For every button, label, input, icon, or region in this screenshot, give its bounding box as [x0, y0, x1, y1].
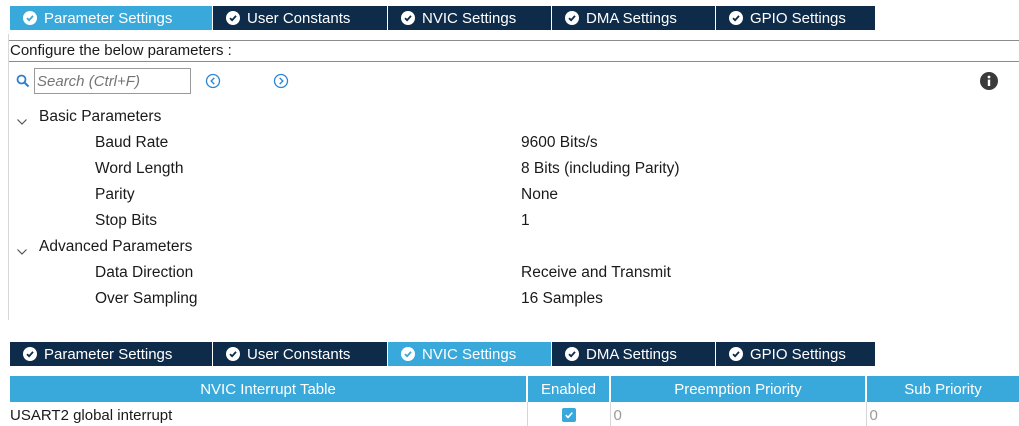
param-name: Stop Bits: [95, 212, 158, 229]
info-icon[interactable]: [980, 72, 998, 94]
search-input[interactable]: [34, 68, 191, 94]
tab-user-constants[interactable]: User Constants: [212, 342, 387, 366]
tab-nvic-settings[interactable]: NVIC Settings: [387, 342, 551, 366]
group-basic-parameters[interactable]: Basic Parameters: [9, 104, 1019, 130]
group-label: Basic Parameters: [39, 108, 162, 125]
bottom-tab-bar: Parameter Settings User Constants NVIC S…: [10, 342, 875, 366]
check-circle-icon: [226, 11, 240, 25]
table-row[interactable]: USART2 global interrupt 0 0: [10, 402, 1019, 426]
param-name: Word Length: [95, 160, 184, 177]
param-row-stop-bits[interactable]: Stop Bits 1: [9, 208, 1019, 234]
param-value[interactable]: 9600 Bits/s: [521, 130, 598, 156]
tab-parameter-settings[interactable]: Parameter Settings: [10, 342, 212, 366]
tab-label: Parameter Settings: [44, 345, 173, 363]
search-icon: [16, 74, 30, 92]
tab-label: NVIC Settings: [422, 9, 517, 27]
check-circle-icon: [729, 11, 743, 25]
check-circle-icon: [401, 347, 415, 361]
tab-label: Parameter Settings: [44, 9, 173, 27]
group-advanced-parameters[interactable]: Advanced Parameters: [9, 234, 1019, 260]
tab-gpio-settings[interactable]: GPIO Settings: [715, 6, 875, 30]
next-match-icon[interactable]: [273, 73, 289, 93]
param-row-baud-rate[interactable]: Baud Rate 9600 Bits/s: [9, 130, 1019, 156]
check-circle-icon: [23, 347, 37, 361]
param-row-over-sampling[interactable]: Over Sampling 16 Samples: [9, 286, 1019, 312]
param-value[interactable]: 16 Samples: [521, 286, 603, 312]
param-name: Over Sampling: [95, 290, 198, 307]
check-circle-icon: [226, 347, 240, 361]
column-header-preemption-priority[interactable]: Preemption Priority: [610, 376, 867, 402]
table-header-row: NVIC Interrupt Table Enabled Preemption …: [10, 376, 1019, 402]
tab-label: GPIO Settings: [750, 9, 846, 27]
sub-priority-value[interactable]: 0: [866, 402, 1019, 426]
check-circle-icon: [23, 11, 37, 25]
preemption-priority-value[interactable]: 0: [610, 402, 867, 426]
check-circle-icon: [565, 11, 579, 25]
parameter-panel: Configure the below parameters : Basic P…: [8, 34, 1019, 320]
param-value[interactable]: 1: [521, 208, 530, 234]
top-tab-bar: Parameter Settings User Constants NVIC S…: [10, 6, 875, 30]
tab-nvic-settings[interactable]: NVIC Settings: [387, 6, 551, 30]
tab-user-constants[interactable]: User Constants: [212, 6, 387, 30]
param-value[interactable]: Receive and Transmit: [521, 260, 671, 286]
nvic-interrupt-table: NVIC Interrupt Table Enabled Preemption …: [10, 376, 1019, 426]
previous-match-icon[interactable]: [205, 73, 221, 93]
param-value[interactable]: 8 Bits (including Parity): [521, 156, 680, 182]
tab-label: NVIC Settings: [422, 345, 517, 363]
enabled-checkbox-cell[interactable]: [527, 402, 611, 426]
column-header-interrupt[interactable]: NVIC Interrupt Table: [10, 376, 528, 402]
group-label: Advanced Parameters: [39, 238, 193, 255]
param-row-word-length[interactable]: Word Length 8 Bits (including Parity): [9, 156, 1019, 182]
param-name: Parity: [95, 186, 135, 203]
param-row-data-direction[interactable]: Data Direction Receive and Transmit: [9, 260, 1019, 286]
param-value[interactable]: None: [521, 182, 558, 208]
tab-dma-settings[interactable]: DMA Settings: [551, 342, 715, 366]
tab-label: User Constants: [247, 345, 351, 363]
configure-caption: Configure the below parameters :: [9, 40, 1019, 62]
tab-label: DMA Settings: [586, 9, 677, 27]
check-circle-icon: [401, 11, 415, 25]
param-name: Data Direction: [95, 264, 194, 281]
tab-parameter-settings[interactable]: Parameter Settings: [10, 6, 212, 30]
check-circle-icon: [565, 347, 579, 361]
column-header-sub-priority[interactable]: Sub Priority: [866, 376, 1019, 402]
enabled-checkbox[interactable]: [561, 408, 576, 422]
tab-dma-settings[interactable]: DMA Settings: [551, 6, 715, 30]
column-header-enabled[interactable]: Enabled: [527, 376, 611, 402]
tab-label: User Constants: [247, 9, 351, 27]
check-circle-icon: [729, 347, 743, 361]
param-row-parity[interactable]: Parity None: [9, 182, 1019, 208]
interrupt-name: USART2 global interrupt: [10, 402, 528, 426]
tab-label: DMA Settings: [586, 345, 677, 363]
tab-gpio-settings[interactable]: GPIO Settings: [715, 342, 875, 366]
panel-toolbar: [9, 67, 1019, 95]
param-name: Baud Rate: [95, 134, 169, 151]
tab-label: GPIO Settings: [750, 345, 846, 363]
